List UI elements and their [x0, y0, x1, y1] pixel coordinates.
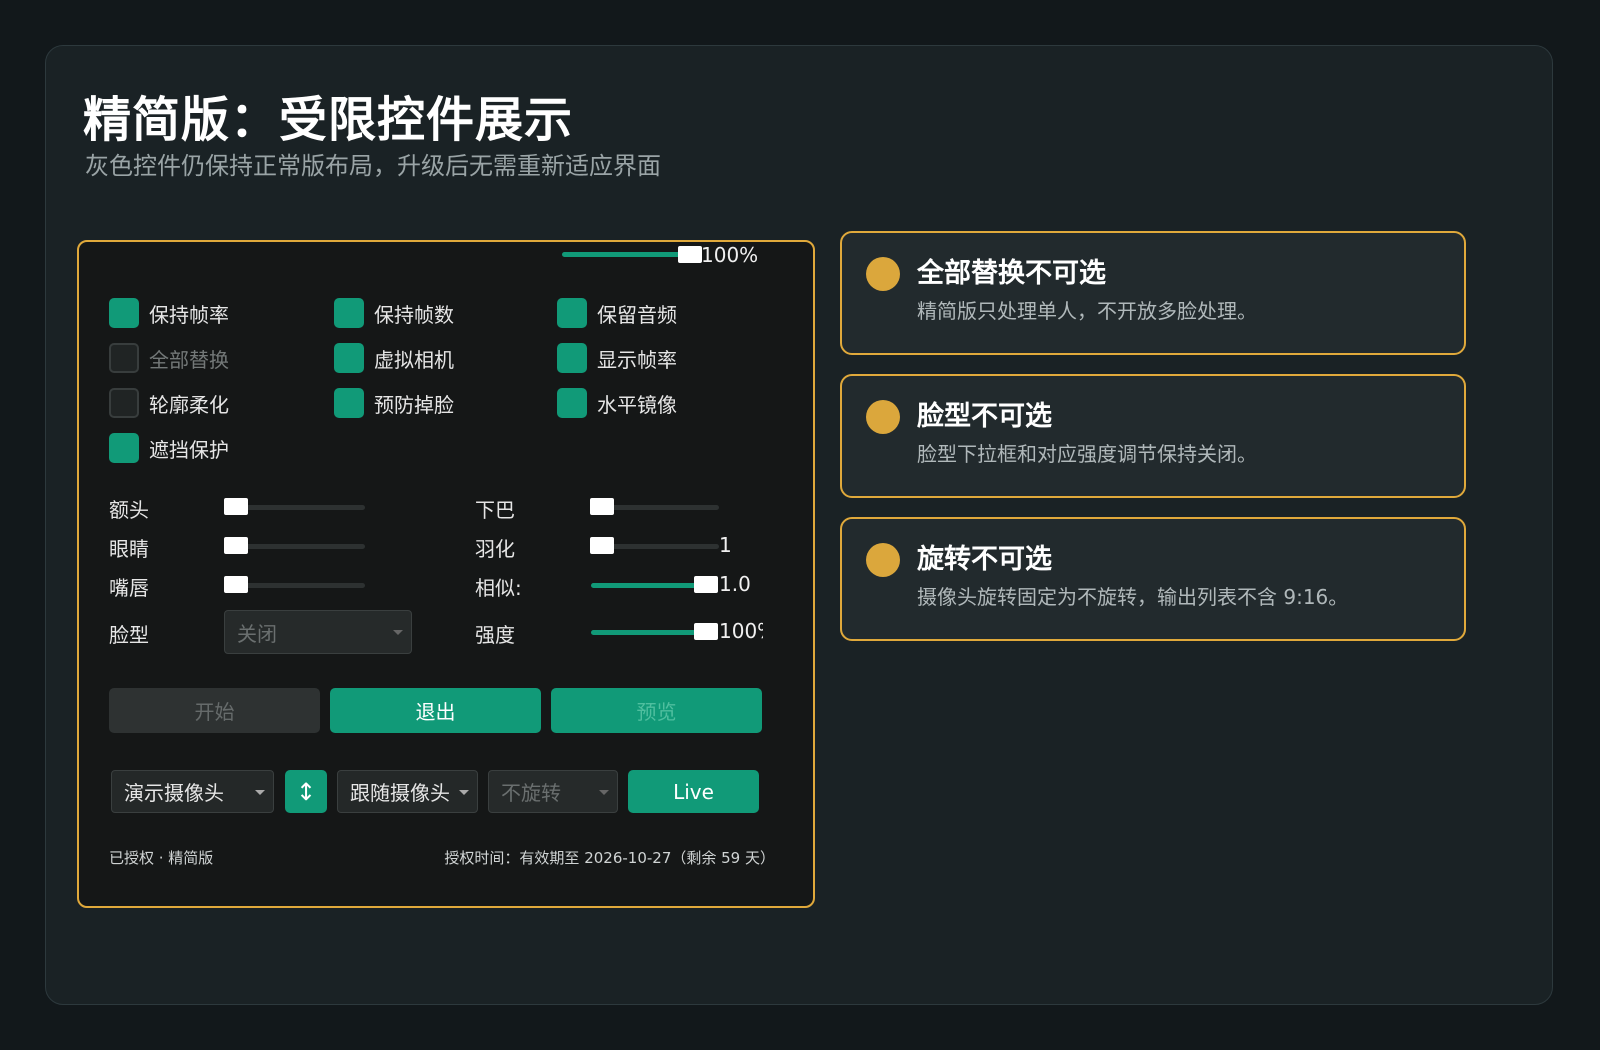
slider-handle-strength[interactable] [694, 623, 718, 640]
slider-handle-forehead[interactable] [224, 498, 248, 515]
top-slider-value: 100% [701, 243, 759, 267]
checkbox-label: 虚拟相机 [374, 347, 454, 372]
rotation-select: 不旋转 [488, 770, 618, 813]
checkbox-box[interactable] [334, 298, 364, 328]
license-status: 已授权 · 精简版 [109, 849, 214, 867]
slider-value-similarity: 1.0 [719, 572, 751, 596]
slider-label-eyes: 眼睛 [109, 537, 149, 561]
status-dot-icon [866, 400, 900, 434]
chevron-down-icon [599, 789, 609, 795]
card-description: 摄像头旋转固定为不旋转，输出列表不含 9:16。 [917, 585, 1349, 609]
top-slider-track[interactable] [562, 252, 692, 257]
slider-track-strength[interactable] [591, 630, 707, 635]
slider-label-strength: 强度 [475, 623, 515, 647]
checkbox-prevent-drop[interactable]: 预防掉脸 [334, 388, 454, 418]
checkbox-label: 预防掉脸 [374, 392, 454, 417]
card-description: 精简版只处理单人，不开放多脸处理。 [917, 299, 1257, 323]
follow-camera-select[interactable]: 跟随摄像头 [337, 770, 478, 813]
slider-handle-eyes[interactable] [224, 537, 248, 554]
slider-handle-feather[interactable] [590, 537, 614, 554]
preview-button: 预览 [551, 688, 762, 733]
checkbox-label: 遮挡保护 [149, 437, 229, 462]
restriction-card-face-shape: 脸型不可选 脸型下拉框和对应强度调节保持关闭。 [840, 374, 1466, 498]
page-title: 精简版：受限控件展示 [83, 92, 574, 148]
face-shape-label: 脸型 [109, 623, 149, 647]
checkbox-show-fps[interactable]: 显示帧率 [557, 343, 677, 373]
checkbox-box[interactable] [334, 343, 364, 373]
slider-label-similarity: 相似: [475, 576, 522, 600]
checkbox-keep-fps[interactable]: 保持帧率 [109, 298, 229, 328]
follow-camera-value: 跟随摄像头 [350, 781, 450, 805]
swap-vertical-icon: ↕ [295, 777, 317, 806]
status-dot-icon [866, 543, 900, 577]
slider-label-forehead: 额头 [109, 498, 149, 522]
card-title: 全部替换不可选 [917, 258, 1106, 289]
chevron-down-icon [393, 630, 403, 635]
exit-button[interactable]: 退出 [330, 688, 541, 733]
swap-camera-button[interactable]: ↕ [285, 770, 327, 813]
checkbox-label: 保持帧率 [149, 302, 229, 327]
chevron-down-icon [255, 789, 265, 795]
checkbox-label: 水平镜像 [597, 392, 677, 417]
slider-track-similarity[interactable] [591, 583, 707, 588]
slider-value-feather: 1 [719, 533, 732, 557]
page-subtitle: 灰色控件仍保持正常版布局，升级后无需重新适应界面 [85, 152, 661, 180]
top-slider-handle[interactable] [678, 246, 702, 263]
license-expiry: 授权时间：有效期至 2026-10-27（剩余 59 天） [444, 849, 775, 867]
checkbox-label: 全部替换 [149, 347, 229, 372]
checkbox-box[interactable] [334, 388, 364, 418]
checkbox-box[interactable] [557, 298, 587, 328]
restriction-card-replace-all: 全部替换不可选 精简版只处理单人，不开放多脸处理。 [840, 231, 1466, 355]
checkbox-virtual-camera[interactable]: 虚拟相机 [334, 343, 454, 373]
checkbox-label: 保留音频 [597, 302, 677, 327]
checkbox-box[interactable] [109, 388, 139, 418]
checkbox-replace-all: 全部替换 [109, 343, 229, 373]
slider-label-lips: 嘴唇 [109, 576, 149, 600]
camera-source-select[interactable]: 演示摄像头 [111, 770, 274, 813]
checkbox-label: 轮廓柔化 [149, 392, 229, 417]
face-shape-select: 关闭 [224, 610, 412, 654]
checkbox-edge-soften[interactable]: 轮廓柔化 [109, 388, 229, 418]
card-description: 脸型下拉框和对应强度调节保持关闭。 [917, 442, 1257, 466]
slider-handle-similarity[interactable] [694, 576, 718, 593]
start-button: 开始 [109, 688, 320, 733]
live-button[interactable]: Live [628, 770, 759, 813]
slider-label-chin: 下巴 [475, 498, 515, 522]
checkbox-label: 显示帧率 [597, 347, 677, 372]
checkbox-keep-audio[interactable]: 保留音频 [557, 298, 677, 328]
checkbox-label: 保持帧数 [374, 302, 454, 327]
checkbox-box[interactable] [109, 433, 139, 463]
slider-handle-chin[interactable] [590, 498, 614, 515]
chevron-down-icon [459, 789, 469, 795]
app-window: 100% 保持帧率 保持帧数 保留音频 全部替换 虚拟相机 显示帧率 轮廓柔化 … [77, 240, 815, 908]
rotation-value: 不旋转 [501, 781, 561, 805]
camera-source-value: 演示摄像头 [124, 781, 224, 805]
checkbox-box[interactable] [557, 343, 587, 373]
checkbox-box[interactable] [109, 298, 139, 328]
checkbox-keep-frames[interactable]: 保持帧数 [334, 298, 454, 328]
checkbox-mirror[interactable]: 水平镜像 [557, 388, 677, 418]
slider-value-strength: 100% [719, 619, 763, 643]
checkbox-occlusion[interactable]: 遮挡保护 [109, 433, 229, 463]
status-dot-icon [866, 257, 900, 291]
card-title: 脸型不可选 [917, 401, 1052, 432]
slider-handle-lips[interactable] [224, 576, 248, 593]
face-shape-value: 关闭 [237, 621, 277, 646]
restriction-card-rotation: 旋转不可选 摄像头旋转固定为不旋转，输出列表不含 9:16。 [840, 517, 1466, 641]
card-title: 旋转不可选 [917, 544, 1052, 575]
checkbox-box-disabled [109, 343, 139, 373]
slider-label-feather: 羽化 [475, 537, 515, 561]
checkbox-box[interactable] [557, 388, 587, 418]
